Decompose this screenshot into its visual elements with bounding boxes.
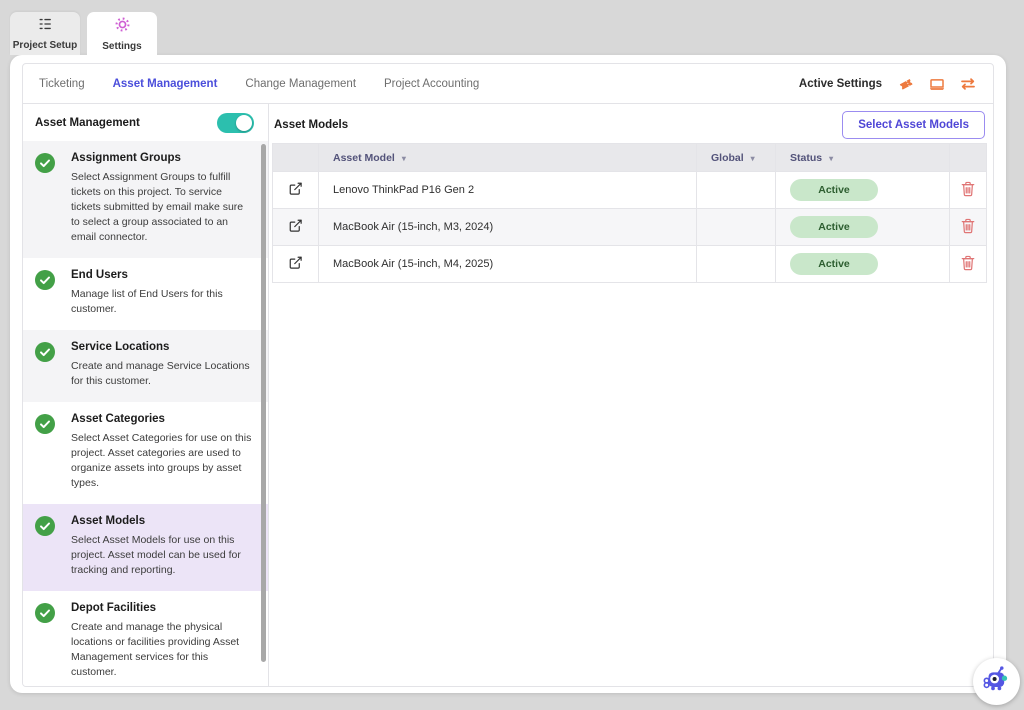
asset-models-panel: Asset Models Select Asset Models Asset M… xyxy=(269,104,993,686)
sidebar-item-service-locations[interactable]: Service Locations Create and manage Serv… xyxy=(23,330,268,402)
asset-model-cell: MacBook Air (15-inch, M3, 2024) xyxy=(319,209,697,246)
sidebar-item-text: Asset Models Select Asset Models for use… xyxy=(71,515,254,578)
status-badge: Active xyxy=(790,179,878,201)
sidebar-item-assignment-groups[interactable]: Assignment Groups Select Assignment Grou… xyxy=(23,141,268,258)
edit-icon[interactable] xyxy=(286,216,305,235)
status-badge: Active xyxy=(790,253,878,275)
sidebar-item-text: End Users Manage list of End Users for t… xyxy=(71,269,254,317)
check-circle-icon xyxy=(35,153,55,173)
active-settings-label: Active Settings xyxy=(799,78,882,90)
check-circle-icon xyxy=(35,342,55,362)
project-setup-list-icon xyxy=(37,16,53,37)
check-circle-icon xyxy=(35,516,55,536)
sidebar-title: Asset Management xyxy=(35,117,140,129)
trash-icon[interactable] xyxy=(959,216,977,236)
global-cell xyxy=(697,209,776,246)
chat-widget-button[interactable] xyxy=(973,658,1020,705)
swap-arrows-icon[interactable] xyxy=(959,75,977,93)
sidebar-item-depot-facilities[interactable]: Depot Facilities Create and manage the p… xyxy=(23,591,268,686)
actions-column-header xyxy=(950,144,987,172)
sidebar-item-title: Assignment Groups xyxy=(71,152,254,164)
table-row: MacBook Air (15-inch, M4, 2025) Active xyxy=(273,246,987,283)
table-row: Lenovo ThinkPad P16 Gen 2 Active xyxy=(273,172,987,209)
settings-panel: Ticketing Asset Management Change Manage… xyxy=(22,63,994,687)
edit-icon[interactable] xyxy=(286,253,305,272)
sidebar-item-description: Select Asset Models for use on this proj… xyxy=(71,533,254,578)
sidebar-item-description: Create and manage the physical locations… xyxy=(71,620,254,680)
global-cell xyxy=(697,172,776,209)
tab-settings[interactable]: Settings xyxy=(87,12,157,55)
settings-tab-bar: Ticketing Asset Management Change Manage… xyxy=(23,64,993,104)
trash-icon[interactable] xyxy=(959,179,977,199)
sidebar-item-asset-models[interactable]: Asset Models Select Asset Models for use… xyxy=(23,504,268,591)
asset-model-cell: Lenovo ThinkPad P16 Gen 2 xyxy=(319,172,697,209)
edit-icon[interactable] xyxy=(286,179,305,198)
tab-ticketing[interactable]: Ticketing xyxy=(39,78,85,90)
sidebar-item-text: Service Locations Create and manage Serv… xyxy=(71,341,254,389)
table-row: MacBook Air (15-inch, M3, 2024) Active xyxy=(273,209,987,246)
check-circle-icon xyxy=(35,414,55,434)
asset-management-sidebar: Asset Management Assignment Groups Selec… xyxy=(23,104,269,686)
app-window: Project Setup Settings Ticketing Asset M… xyxy=(0,0,1024,710)
table-header-row: Asset Model Global Status xyxy=(273,144,987,172)
tab-settings-label: Settings xyxy=(102,41,141,52)
asset-models-table: Asset Model Global Status xyxy=(272,143,987,283)
toggle-knob xyxy=(236,115,252,131)
tab-asset-management[interactable]: Asset Management xyxy=(113,78,218,90)
status-column-header[interactable]: Status xyxy=(776,144,950,172)
sidebar-header: Asset Management xyxy=(23,104,268,141)
settings-card: Ticketing Asset Management Change Manage… xyxy=(10,55,1006,693)
tab-change-management[interactable]: Change Management xyxy=(245,78,356,90)
sidebar-scrollbar[interactable] xyxy=(261,144,266,662)
ticket-icon[interactable] xyxy=(897,75,915,93)
global-cell xyxy=(697,246,776,283)
active-settings-group: Active Settings xyxy=(799,75,977,93)
asset-model-cell: MacBook Air (15-inch, M4, 2025) xyxy=(319,246,697,283)
sidebar-item-end-users[interactable]: End Users Manage list of End Users for t… xyxy=(23,258,268,330)
gear-icon xyxy=(114,16,131,38)
edit-column-header xyxy=(273,144,319,172)
panel-title: Asset Models xyxy=(274,119,348,131)
settings-content: Asset Management Assignment Groups Selec… xyxy=(23,104,993,686)
sidebar-item-list: Assignment Groups Select Assignment Grou… xyxy=(23,141,268,686)
sidebar-item-asset-categories[interactable]: Asset Categories Select Asset Categories… xyxy=(23,402,268,504)
check-circle-icon xyxy=(35,270,55,290)
laptop-icon[interactable] xyxy=(928,75,946,93)
asset-management-toggle[interactable] xyxy=(217,113,254,133)
check-circle-icon xyxy=(35,603,55,623)
sidebar-item-title: End Users xyxy=(71,269,254,281)
tab-project-accounting[interactable]: Project Accounting xyxy=(384,78,479,90)
sidebar-item-description: Create and manage Service Locations for … xyxy=(71,359,254,389)
global-column-header[interactable]: Global xyxy=(697,144,776,172)
sidebar-item-description: Manage list of End Users for this custom… xyxy=(71,287,254,317)
sidebar-item-title: Asset Models xyxy=(71,515,254,527)
asset-model-column-header[interactable]: Asset Model xyxy=(319,144,697,172)
tab-project-setup[interactable]: Project Setup xyxy=(10,12,80,55)
window-tab-bar: Project Setup Settings xyxy=(10,12,157,55)
sidebar-item-description: Select Assignment Groups to fulfill tick… xyxy=(71,170,254,245)
sidebar-item-text: Asset Categories Select Asset Categories… xyxy=(71,413,254,491)
sidebar-item-title: Service Locations xyxy=(71,341,254,353)
trash-icon[interactable] xyxy=(959,253,977,273)
sidebar-item-text: Assignment Groups Select Assignment Grou… xyxy=(71,152,254,245)
status-badge: Active xyxy=(790,216,878,238)
sidebar-item-description: Select Asset Categories for use on this … xyxy=(71,431,254,491)
sidebar-item-title: Asset Categories xyxy=(71,413,254,425)
tab-project-setup-label: Project Setup xyxy=(13,40,77,51)
asset-models-header: Asset Models Select Asset Models xyxy=(272,104,987,143)
sidebar-item-title: Depot Facilities xyxy=(71,602,254,614)
select-asset-models-button[interactable]: Select Asset Models xyxy=(842,111,985,139)
robot-mascot-icon xyxy=(981,663,1013,700)
sidebar-item-text: Depot Facilities Create and manage the p… xyxy=(71,602,254,680)
